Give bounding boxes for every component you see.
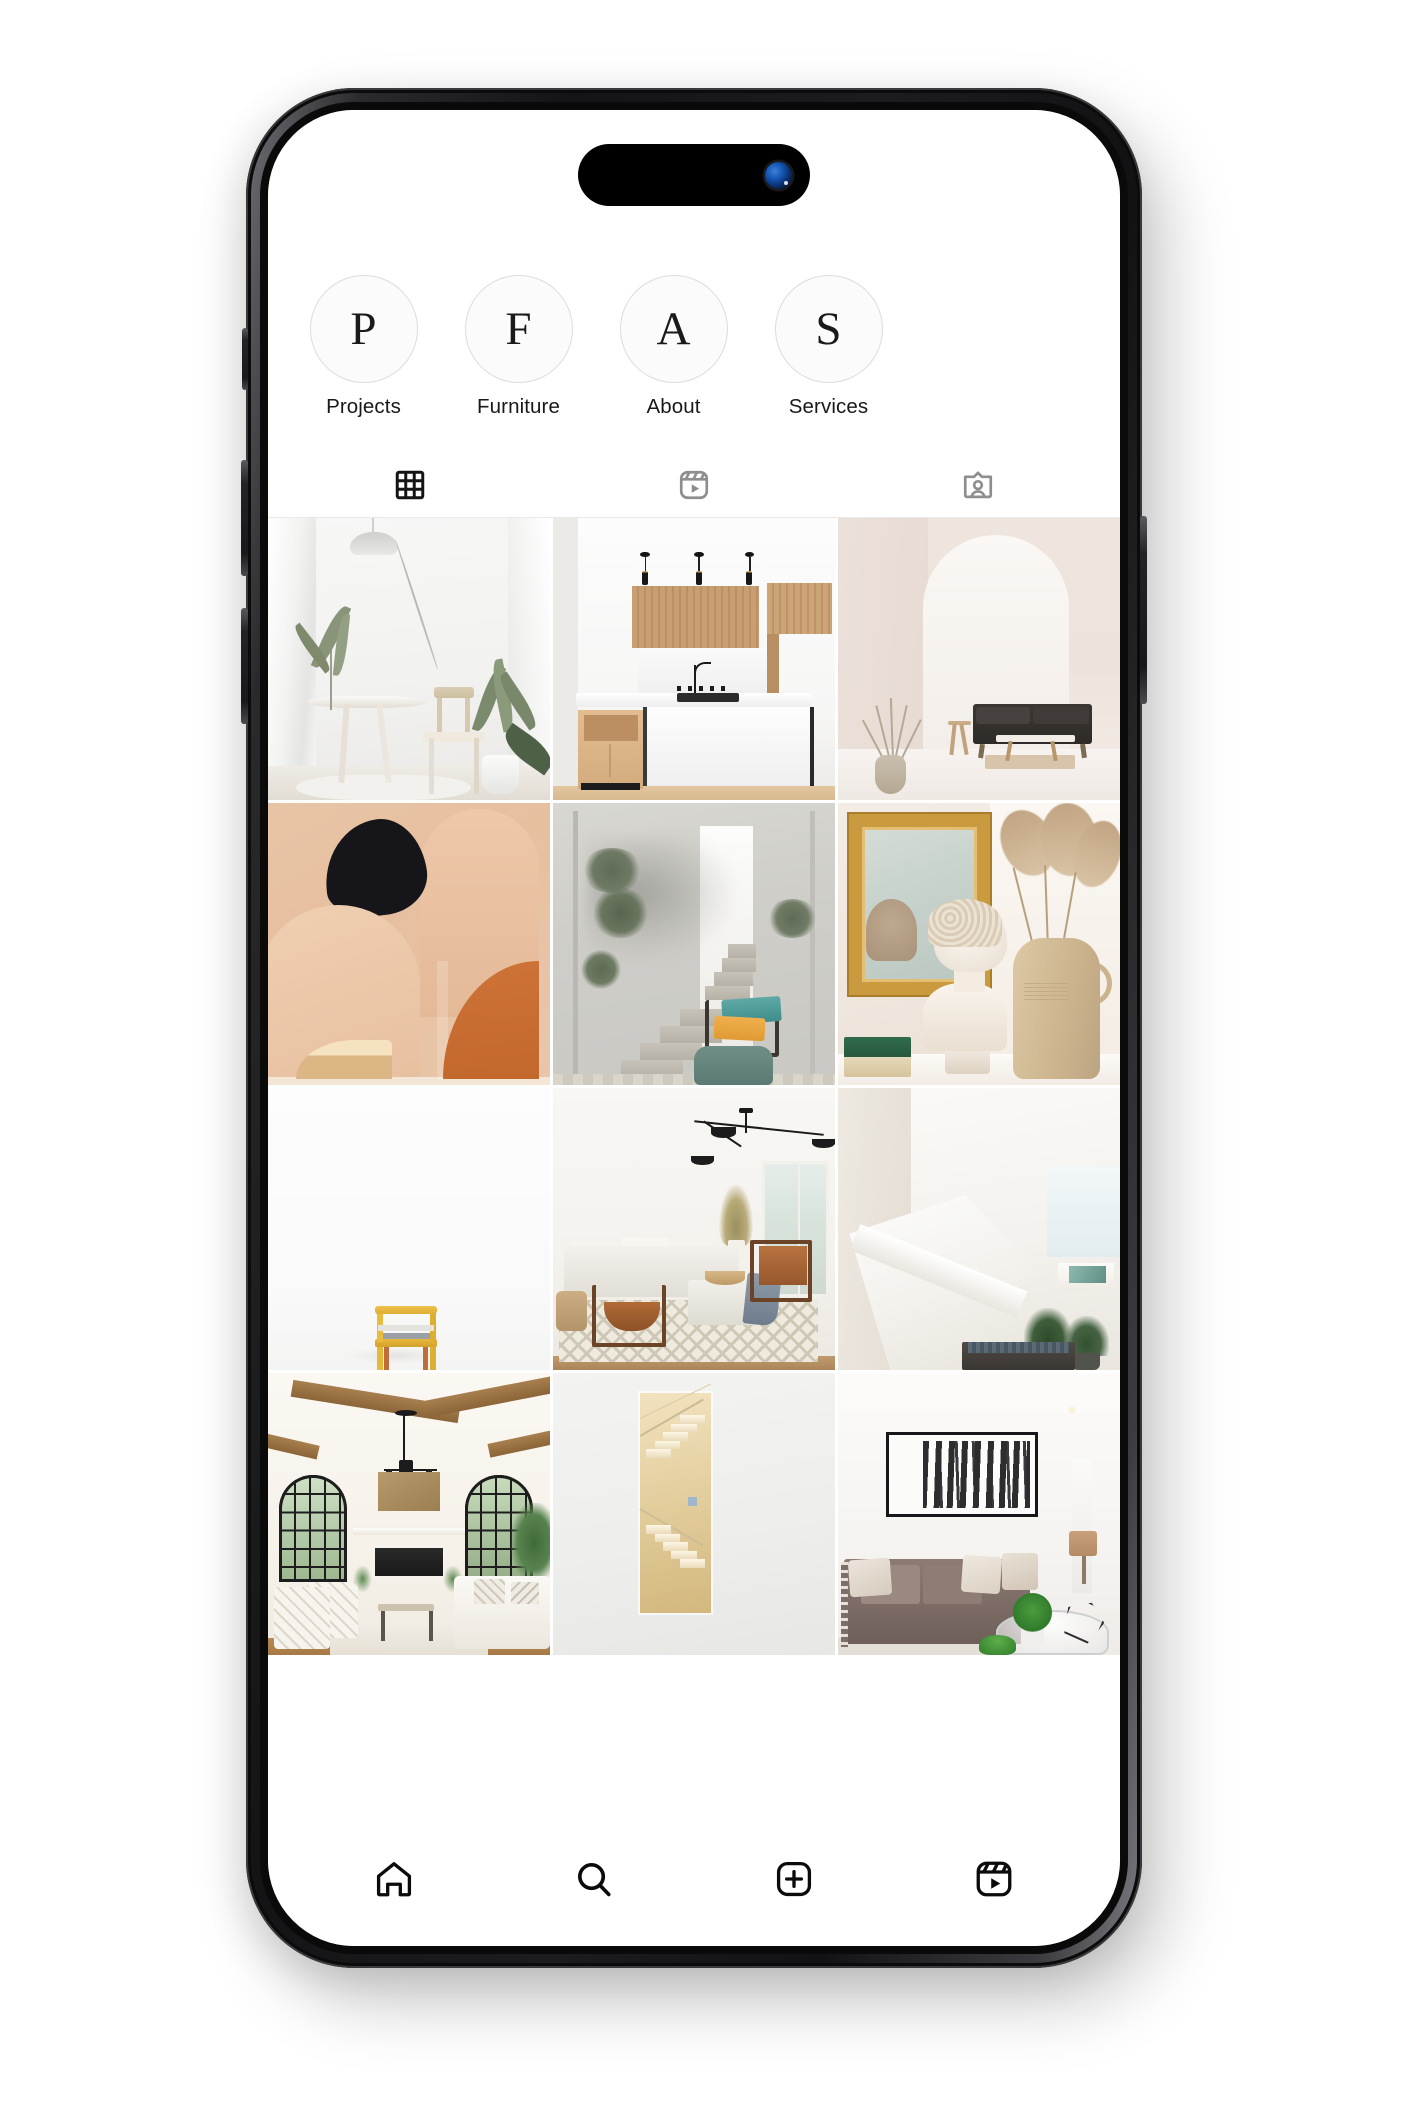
nav-home[interactable] [373,1858,415,1905]
posts-tab[interactable] [268,453,552,517]
highlight-cover-services[interactable]: S [774,275,883,383]
tagged-tab[interactable] [836,453,1120,517]
home-icon [373,1858,415,1905]
highlight-label: Projects [326,395,401,418]
highlight-about[interactable]: A About [596,275,751,419]
screenshot-stage: P Projects F Furniture A About S Service… [0,0,1411,2128]
post-thumbnail[interactable] [838,803,1120,1085]
reels-icon [677,468,711,502]
post-thumbnail[interactable] [838,1088,1120,1370]
highlight-cover-about[interactable]: A [619,275,728,383]
post-thumbnail[interactable] [838,518,1120,800]
story-highlights-row: P Projects F Furniture A About S Service… [268,275,1120,419]
highlight-furniture[interactable]: F Furniture [441,275,596,419]
post-thumbnail[interactable] [838,1373,1120,1655]
post-thumbnail[interactable] [268,803,550,1085]
highlight-cover-furniture[interactable]: F [464,275,573,383]
search-icon [573,1858,615,1905]
grid-icon [393,468,427,502]
highlight-label: Services [788,395,869,418]
phone-device: P Projects F Furniture A About S Service… [241,88,1147,1968]
highlight-initial: P [350,302,377,355]
camera-lens-icon [765,161,792,189]
post-thumbnail[interactable] [553,1088,835,1370]
post-thumbnail[interactable] [268,1088,550,1370]
bottom-navigation-bar [268,1834,1120,1946]
highlight-services[interactable]: S Services [751,275,906,419]
post-thumbnail[interactable] [268,1373,550,1655]
highlight-initial: S [815,302,842,355]
reels-tab[interactable] [552,453,836,517]
nav-reels[interactable] [973,1858,1015,1905]
highlight-label: Furniture [477,395,560,418]
highlight-cover-projects[interactable]: P [309,275,418,383]
highlight-label: About [646,395,701,418]
phone-screen: P Projects F Furniture A About S Service… [268,110,1120,1946]
post-thumbnail[interactable] [553,518,835,800]
highlight-initial: A [656,302,691,355]
profile-tab-bar [268,453,1120,518]
highlight-projects[interactable]: P Projects [286,275,441,419]
post-thumbnail[interactable] [553,1373,835,1655]
volume-up-button[interactable] [241,460,248,576]
power-button[interactable] [1140,516,1147,704]
post-thumbnail[interactable] [553,803,835,1085]
tagged-icon [961,468,995,502]
nav-search[interactable] [573,1858,615,1905]
post-grid [268,518,1120,1655]
highlight-initial: F [505,302,532,355]
nav-create[interactable] [773,1858,815,1905]
reels-icon [973,1858,1015,1905]
volume-down-button[interactable] [241,608,248,724]
post-thumbnail[interactable] [268,518,550,800]
mute-switch[interactable] [242,328,248,390]
plus-icon [773,1858,815,1905]
dynamic-island [578,144,810,206]
